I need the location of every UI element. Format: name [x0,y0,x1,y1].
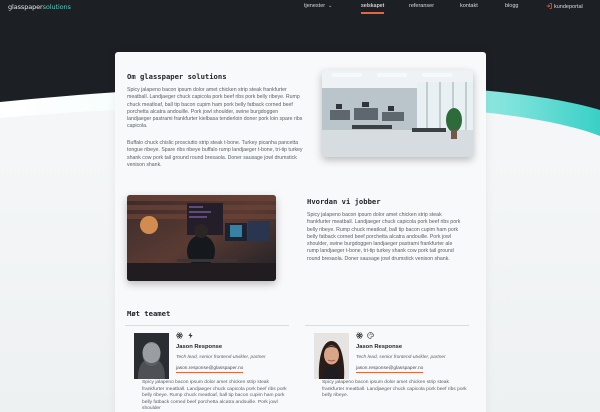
nav-item-kontakt[interactable]: kontakt [460,3,478,9]
palette-icon [367,332,374,339]
lightning-icon [187,332,194,339]
member-name: Jason Response [176,344,223,350]
logo[interactable]: glasspapersolutions [8,3,71,11]
member-role: Tech lead, senior frontend-utvikler, par… [176,355,266,360]
nav-item-selskapet[interactable]: selskapet [361,3,385,14]
team-title: Møt teamet [127,309,171,318]
member-portrait [314,333,349,379]
logo-accent-text: solutions [42,3,71,11]
office-photo [322,70,473,157]
nav-item-blogg[interactable]: blogg [505,3,518,9]
nav-item-referanser[interactable]: referanser [409,3,434,9]
developer-photo [127,195,276,281]
member-bio: Spicy jalapeno bacon ipsum dolor amet ch… [142,380,287,411]
nav-item-label: tjenester [304,3,326,9]
nav-item-kundeportal[interactable]: kundeportal [546,3,583,10]
member-portrait [134,333,169,379]
about-title: Om glasspaper solutions [127,72,227,81]
chevron-down-icon: ⌄ [328,3,333,9]
top-navigation: glasspapersolutions tjenester ⌄ selskapet… [0,0,600,14]
nav-item-label: referanser [409,3,435,9]
member-email-link[interactable]: jason.response@glasspaper.no [356,366,424,373]
about-paragraph-1: Spicy jalapeno bacon ipsum dolor amet ch… [127,87,303,130]
nav-item-label: blogg [505,3,519,9]
react-icon [356,332,363,339]
react-icon [176,332,183,339]
work-title: Hvordan vi jobber [307,197,381,206]
nav-item-label: kundeportal [554,4,583,10]
about-paragraph-2: Buffalo chuck chislic prosciutto strip s… [127,140,303,168]
skill-icons [356,332,374,339]
nav-item-tjenester[interactable]: tjenester ⌄ [304,3,332,9]
logo-text: glasspaper [8,3,43,11]
nav-item-label: selskapet [361,3,385,9]
work-paragraph-1: Spicy jalapeno bacon ipsum dolor amet ch… [307,212,461,262]
member-email-link[interactable]: jason.response@glasspaper.no [176,366,244,373]
login-icon [546,3,552,9]
team-member-card: Jason Response Tech lead, senior fronten… [305,325,469,412]
skill-icons [176,332,194,339]
member-bio: Spicy jalapeno bacon ipsum dolor amet ch… [322,380,467,398]
nav-item-label: kontakt [460,3,478,9]
member-name: Jason Response [356,344,403,350]
team-member-card: Jason Response Tech lead, senior fronten… [125,325,289,412]
member-role: Tech lead, senior frontend-utvikler, par… [356,355,446,360]
